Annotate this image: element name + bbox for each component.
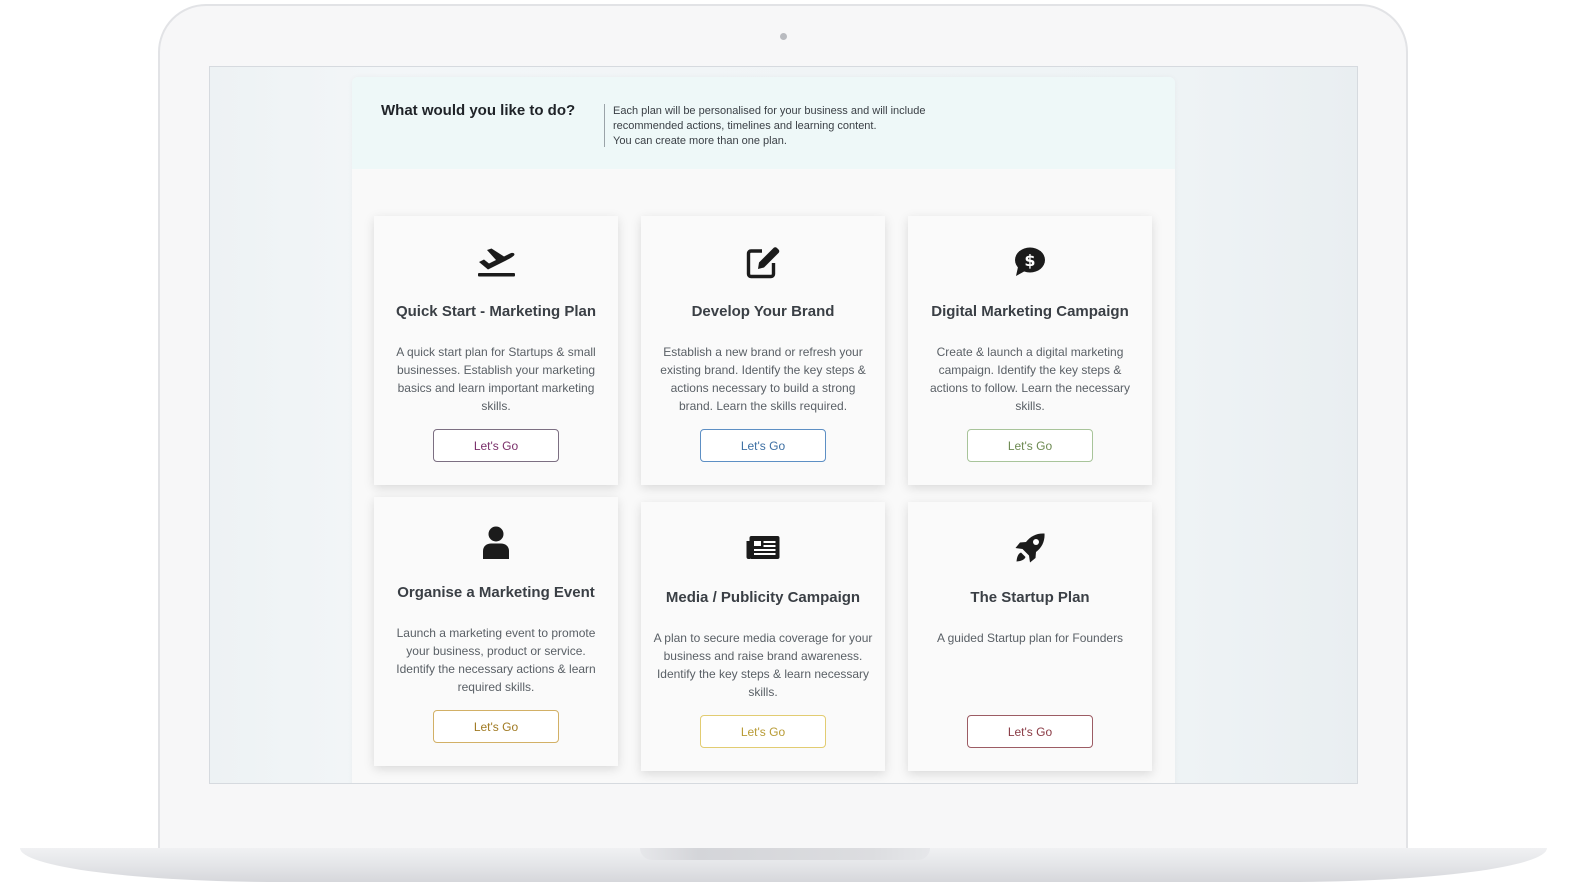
plan-card-event: Organise a Marketing Event Launch a mark… <box>374 497 618 766</box>
newspaper-icon <box>641 530 885 566</box>
card-title: Digital Marketing Campaign <box>931 303 1129 320</box>
intro-line: Each plan will be personalised for your … <box>613 105 926 117</box>
card-title: Media / Publicity Campaign <box>665 589 861 606</box>
card-title: Organise a Marketing Event <box>397 584 595 601</box>
intro-line: recommended actions, timelines and learn… <box>613 120 877 132</box>
plan-card-brand: Develop Your Brand Establish a new brand… <box>641 216 885 485</box>
laptop-screen: What would you like to do? Each plan wil… <box>209 66 1358 784</box>
card-description: Establish a new brand or refresh your ex… <box>660 345 866 413</box>
card-description: Create & launch a digital marketing camp… <box>929 345 1131 413</box>
rocket-icon <box>908 530 1152 566</box>
plane-takeoff-icon <box>374 244 618 280</box>
edit-icon <box>641 244 885 280</box>
lets-go-button-event[interactable]: Let's Go <box>433 710 559 743</box>
card-description: A quick start plan for Startups & small … <box>396 345 596 413</box>
intro-text: Each plan will be personalised for your … <box>613 104 973 149</box>
lets-go-button-media[interactable]: Let's Go <box>700 715 826 748</box>
laptop-camera <box>780 33 787 40</box>
panel-header: What would you like to do? Each plan wil… <box>352 77 1175 169</box>
laptop-notch <box>640 848 930 860</box>
page-title: What would you like to do? <box>381 102 576 119</box>
intro-line: You can create more than one plan. <box>613 135 787 147</box>
plan-selection-panel: What would you like to do? Each plan wil… <box>352 77 1175 783</box>
dollar-chat-icon: $ <box>908 244 1152 280</box>
svg-text:$: $ <box>1024 251 1035 270</box>
lets-go-button-brand[interactable]: Let's Go <box>700 429 826 462</box>
card-title: Develop Your Brand <box>691 303 835 320</box>
person-icon <box>374 525 618 561</box>
header-divider <box>604 104 605 147</box>
card-description: Launch a marketing event to promote your… <box>396 626 596 694</box>
lets-go-button-digital[interactable]: Let's Go <box>967 429 1093 462</box>
lets-go-button-startup[interactable]: Let's Go <box>967 715 1093 748</box>
plan-card-quick-start: Quick Start - Marketing Plan A quick sta… <box>374 216 618 485</box>
card-title: Quick Start - Marketing Plan <box>395 303 597 320</box>
plan-card-media: Media / Publicity Campaign A plan to sec… <box>641 502 885 771</box>
card-description: A plan to secure media coverage for your… <box>653 631 873 699</box>
lets-go-button-quick-start[interactable]: Let's Go <box>433 429 559 462</box>
card-description: A guided Startup plan for Founders <box>936 631 1124 645</box>
plan-card-digital: $ Digital Marketing Campaign Create & la… <box>908 216 1152 485</box>
card-title: The Startup Plan <box>970 589 1090 606</box>
plan-card-startup: The Startup Plan A guided Startup plan f… <box>908 502 1152 771</box>
